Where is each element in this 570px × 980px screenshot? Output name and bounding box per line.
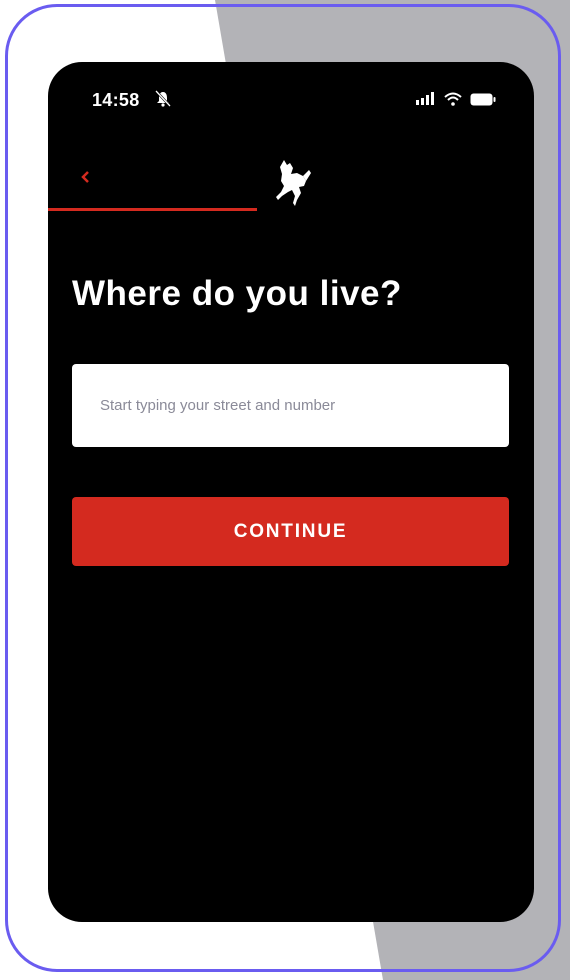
status-bar: 14:58 (48, 62, 534, 132)
address-field[interactable] (72, 364, 509, 447)
progress-fill (48, 208, 257, 211)
status-time: 14:58 (92, 90, 140, 110)
back-button[interactable] (70, 162, 100, 192)
phone-screen: 14:58 Where do you live? Start typing yo… (48, 62, 534, 922)
chevron-left-icon (81, 171, 89, 183)
continue-button[interactable]: CONTINUE (72, 497, 509, 566)
nav-bar (48, 144, 534, 214)
wifi-icon (444, 92, 462, 111)
progress-bar (48, 208, 534, 211)
signal-icon (416, 92, 436, 111)
page-title: Where do you live? (72, 274, 402, 313)
address-input[interactable] (98, 396, 483, 415)
bell-slash-icon (155, 90, 171, 113)
battery-icon (470, 93, 496, 111)
prancing-horse-logo-icon (270, 156, 314, 213)
